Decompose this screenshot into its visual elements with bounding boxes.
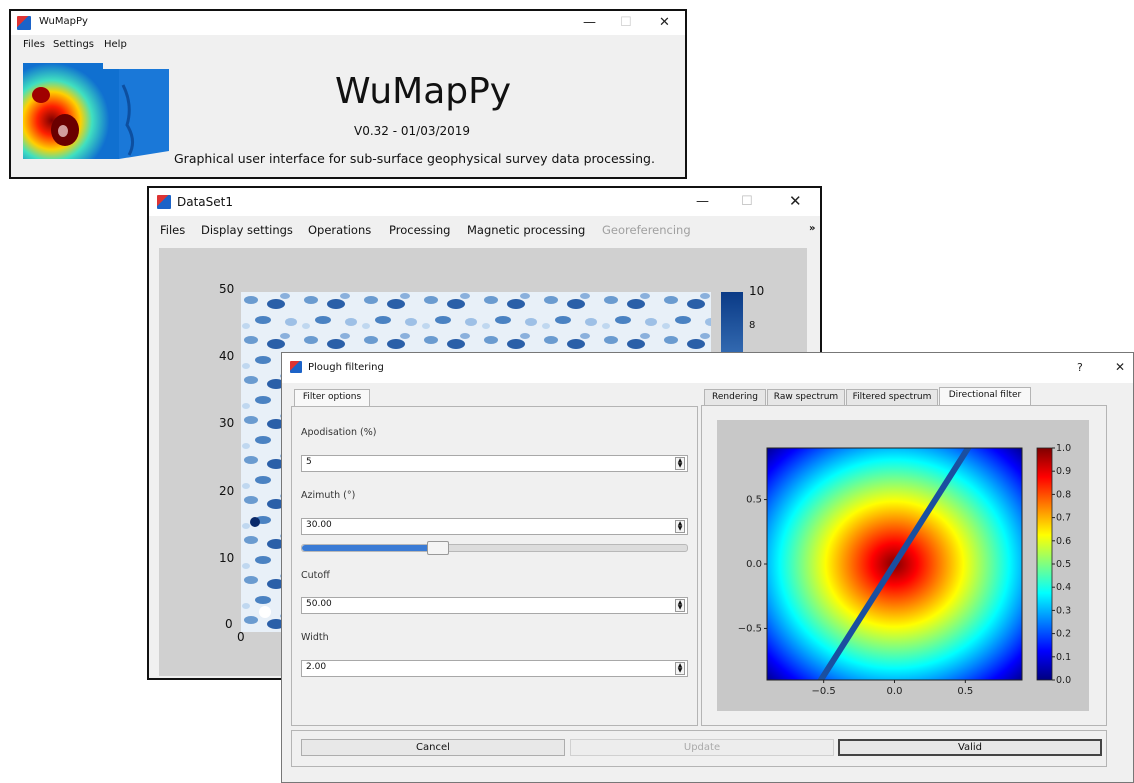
main-titlebar: WuMapPy — ☐ ✕: [11, 11, 685, 35]
tab-directional-filter-label: Directional filter: [948, 390, 1022, 400]
colorbar-tick-label: 0.4: [1056, 582, 1071, 593]
tab-raw-spectrum-label: Raw spectrum: [773, 392, 839, 402]
menu-display-settings[interactable]: Display settings: [201, 223, 293, 237]
dialog-title: Plough filtering: [308, 362, 384, 373]
x-tick-label: 0.5: [957, 686, 973, 697]
apodisation-spinbox[interactable]: 5 ▲ ▼: [301, 455, 688, 472]
azimuth-value: 30.00: [306, 520, 332, 530]
directional-filter-panel: −0.5 0.0 0.5 0.5 0.0 −0.5 1.0 0.9 0.8 0.7 0.6 0.5 0.…: [701, 405, 1107, 726]
azimuth-slider[interactable]: [301, 541, 688, 555]
main-window: WuMapPy — ☐ ✕ Files Settings Help WuMapP…: [9, 9, 687, 179]
app-name-heading: WuMapPy: [335, 71, 512, 112]
app-icon: [290, 361, 302, 373]
cutoff-label: Cutoff: [301, 570, 330, 581]
azimuth-slider-handle[interactable]: [426, 541, 449, 555]
width-spinbox[interactable]: 2.00 ▲ ▼: [301, 660, 688, 677]
tab-filter-options[interactable]: Filter options: [294, 389, 370, 407]
colorbar-tick-label: 0.1: [1056, 652, 1071, 663]
colorbar-tick-label: 0.7: [1056, 513, 1071, 524]
y-tick: 20: [219, 484, 235, 498]
colorbar: [1036, 447, 1053, 681]
apodisation-label: Apodisation (%): [301, 427, 377, 438]
colorbar-tick-label: 0.9: [1056, 466, 1071, 477]
cutoff-spinbox[interactable]: 50.00 ▲ ▼: [301, 597, 688, 614]
app-icon: [17, 16, 31, 30]
colorbar-tick: 8: [749, 320, 756, 331]
tab-filter-options-label: Filter options: [302, 392, 362, 402]
dataset-titlebar: DataSet1 — ☐ ✕: [149, 188, 820, 216]
dataset-window-title: DataSet1: [177, 195, 233, 209]
tab-rendering[interactable]: Rendering: [704, 389, 766, 405]
menu-overflow-icon[interactable]: »: [809, 223, 815, 234]
apodisation-value: 5: [306, 457, 312, 467]
cancel-button[interactable]: Cancel: [301, 739, 565, 756]
tab-filtered-spectrum-label: Filtered spectrum: [852, 392, 932, 402]
main-window-title: WuMapPy: [39, 16, 88, 27]
azimuth-spinbox[interactable]: 30.00 ▲ ▼: [301, 518, 688, 535]
minimize-icon[interactable]: —: [696, 195, 709, 208]
menu-files[interactable]: Files: [160, 223, 185, 237]
colorbar-tick: 10: [749, 284, 765, 298]
colorbar-tick-label: 0.3: [1056, 605, 1071, 616]
tab-directional-filter[interactable]: Directional filter: [939, 387, 1031, 405]
filter-options-panel: Apodisation (%) 5 ▲ ▼ Azimuth (°) 30.00 ▲…: [291, 406, 698, 726]
help-icon[interactable]: ?: [1077, 362, 1083, 373]
spin-arrows-icon[interactable]: ▲ ▼: [675, 457, 685, 470]
azimuth-label: Azimuth (°): [301, 490, 356, 501]
close-icon[interactable]: ✕: [659, 16, 670, 29]
tab-raw-spectrum[interactable]: Raw spectrum: [767, 389, 845, 405]
app-logo: [23, 55, 171, 167]
update-button: Update: [570, 739, 834, 756]
menu-files[interactable]: Files: [23, 39, 45, 50]
y-tick: 10: [219, 551, 235, 565]
maximize-icon[interactable]: ☐: [741, 195, 753, 208]
cutoff-value: 50.00: [306, 599, 332, 609]
colorbar-tick-label: 0.2: [1056, 629, 1071, 640]
x-tick-label: 0.0: [887, 686, 903, 697]
y-tick: 30: [219, 416, 235, 430]
spin-arrows-icon[interactable]: ▲ ▼: [675, 662, 685, 675]
y-tick: 50: [219, 282, 235, 296]
width-value: 2.00: [306, 662, 327, 672]
plough-filtering-dialog: Plough filtering ? ✕ Filter options Apod…: [281, 352, 1134, 783]
tab-rendering-label: Rendering: [712, 392, 758, 402]
maximize-icon[interactable]: ☐: [620, 16, 632, 29]
close-icon[interactable]: ✕: [1115, 361, 1125, 373]
dialog-titlebar: Plough filtering ? ✕: [282, 353, 1133, 383]
valid-button[interactable]: Valid: [838, 739, 1102, 756]
y-tick: 0: [225, 617, 233, 631]
spin-arrows-icon[interactable]: ▲ ▼: [675, 599, 685, 612]
y-tick-label: −0.5: [738, 623, 762, 634]
width-label: Width: [301, 632, 329, 643]
y-tick-label: 0.0: [746, 559, 762, 570]
close-icon[interactable]: ✕: [789, 194, 802, 209]
x-tick: 0: [237, 630, 245, 644]
menu-operations[interactable]: Operations: [308, 223, 371, 237]
colorbar-tick-label: 0.6: [1056, 536, 1071, 547]
description-label: Graphical user interface for sub-surface…: [174, 151, 655, 166]
minimize-icon[interactable]: —: [583, 16, 596, 29]
tab-filtered-spectrum[interactable]: Filtered spectrum: [846, 389, 938, 405]
colorbar-tick-label: 0.8: [1056, 489, 1071, 500]
x-tick-label: −0.5: [812, 686, 836, 697]
menu-settings[interactable]: Settings: [53, 39, 94, 50]
menu-processing[interactable]: Processing: [389, 223, 450, 237]
azimuth-slider-fill: [302, 545, 437, 551]
app-icon: [157, 195, 171, 209]
menu-help[interactable]: Help: [104, 39, 127, 50]
y-tick-label: 0.5: [746, 495, 762, 506]
version-label: V0.32 - 01/03/2019: [354, 124, 471, 138]
y-tick: 40: [219, 349, 235, 363]
colorbar-tick-label: 0.0: [1056, 675, 1071, 686]
menu-magnetic-processing[interactable]: Magnetic processing: [467, 223, 585, 237]
colorbar-tick-label: 1.0: [1056, 443, 1071, 454]
directional-filter-chart: −0.5 0.0 0.5 0.5 0.0 −0.5 1.0 0.9 0.8 0.7 0.6 0.5 0.…: [738, 443, 1071, 697]
colorbar-tick-label: 0.5: [1056, 559, 1071, 570]
menu-georeferencing: Georeferencing: [602, 223, 691, 237]
spin-arrows-icon[interactable]: ▲ ▼: [675, 520, 685, 533]
